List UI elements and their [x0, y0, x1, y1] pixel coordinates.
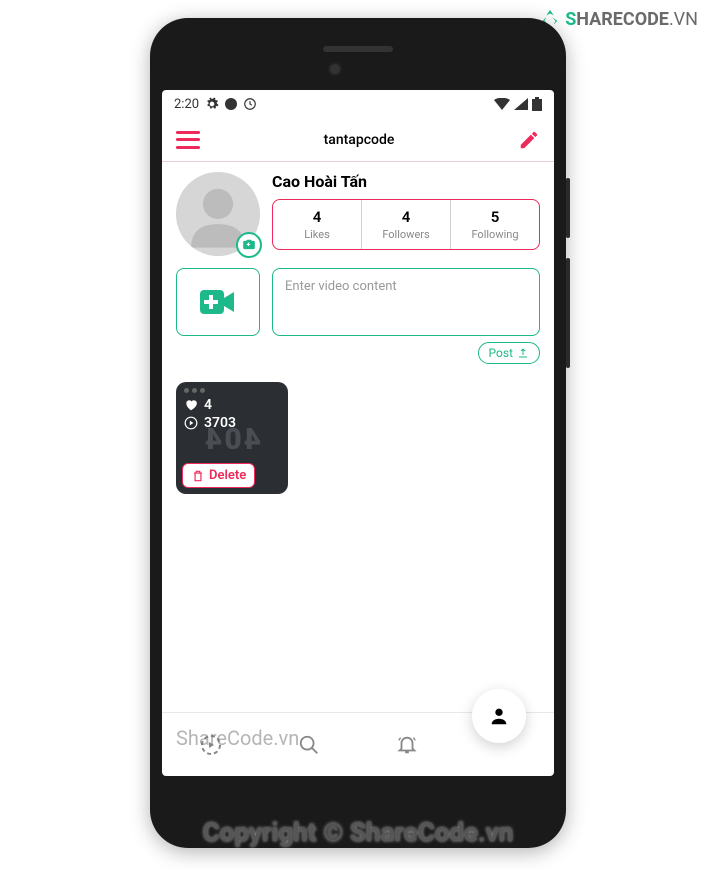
sharecode-logo-watermark: SHARECODE.VN — [539, 8, 698, 30]
nav-notifications[interactable] — [385, 723, 429, 767]
nav-profile-fab[interactable] — [472, 689, 526, 743]
stat-likes[interactable]: 4 Likes — [273, 200, 362, 249]
profile-name: Cao Hoài Tấn — [272, 172, 540, 191]
sync-icon — [243, 97, 257, 111]
watermark-bottom: Copyright © ShareCode.vn — [0, 818, 716, 848]
video-grid: 404 4 3703 Delete — [162, 374, 554, 502]
add-photo-button[interactable] — [236, 232, 262, 258]
video-likes: 4 — [184, 397, 280, 413]
heart-icon — [184, 398, 198, 412]
bell-icon — [396, 734, 418, 756]
wifi-icon — [494, 98, 510, 110]
trash-icon — [191, 469, 205, 483]
status-bar: 2:20 — [162, 90, 554, 118]
watermark-mid: ShareCode.vn — [176, 726, 299, 750]
app-screen: 2:20 tantapcode — [162, 90, 554, 776]
dot-icon — [225, 98, 237, 110]
camera-plus-icon — [242, 238, 256, 252]
signal-icon — [514, 98, 528, 110]
person-icon — [488, 705, 510, 727]
app-header: tantapcode — [162, 118, 554, 162]
stat-followers[interactable]: 4 Followers — [362, 200, 451, 249]
gear-icon — [205, 97, 219, 111]
profile-section: Cao Hoài Tấn 4 Likes 4 Followers 5 Follo… — [162, 162, 554, 264]
upload-icon — [517, 347, 529, 359]
video-card[interactable]: 404 4 3703 Delete — [176, 382, 288, 494]
status-time: 2:20 — [174, 97, 199, 112]
post-button[interactable]: Post — [478, 342, 540, 364]
video-plus-icon — [200, 288, 236, 316]
window-dots-icon — [184, 388, 280, 393]
stats-box: 4 Likes 4 Followers 5 Following — [272, 199, 540, 250]
battery-icon — [532, 97, 542, 111]
avatar-container — [176, 172, 260, 256]
upload-video-button[interactable] — [176, 268, 260, 336]
stat-following[interactable]: 5 Following — [451, 200, 539, 249]
delete-button[interactable]: Delete — [182, 463, 255, 488]
error-text: 404 — [176, 422, 288, 457]
search-icon — [298, 734, 320, 756]
compose-row: Enter video content — [162, 264, 554, 342]
video-content-input[interactable]: Enter video content — [272, 268, 540, 336]
phone-mockup: 2:20 tantapcode — [150, 18, 566, 848]
edit-icon[interactable] — [518, 129, 540, 151]
page-title: tantapcode — [324, 132, 395, 148]
menu-button[interactable] — [176, 131, 200, 149]
